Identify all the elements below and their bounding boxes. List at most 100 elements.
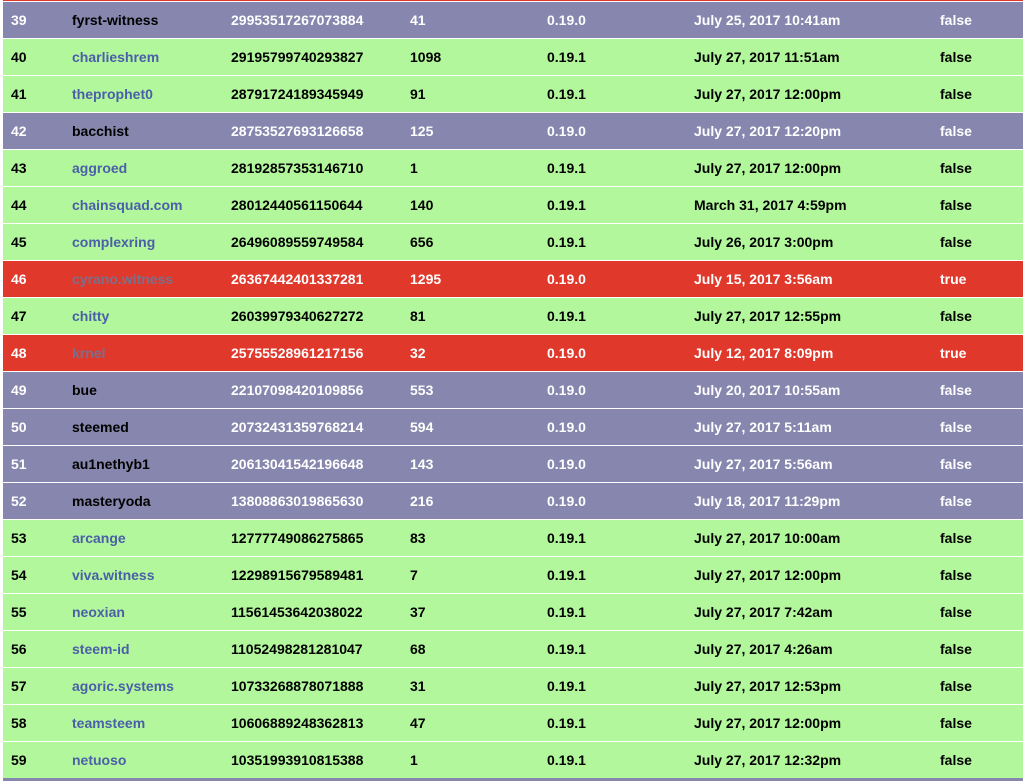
rank-cell: 57 (11, 678, 27, 694)
rank-cell: 55 (11, 604, 27, 620)
witness-name-link[interactable]: au1nethyb1 (72, 456, 150, 472)
votes-cell: 41 (410, 12, 426, 28)
last-update-cell: July 27, 2017 12:00pm (694, 715, 842, 731)
witness-name-cell: aggroed (72, 150, 127, 186)
witness-name-link[interactable]: netuoso (72, 752, 126, 768)
approval-cell: 12777749086275865 (231, 530, 364, 546)
witness-name-link[interactable]: bue (72, 382, 97, 398)
version-cell: 0.19.0 (547, 493, 586, 509)
votes-cell: 68 (410, 641, 426, 657)
witness-name-link[interactable]: chainsquad.com (72, 197, 182, 213)
witness-name-link[interactable]: complexring (72, 234, 155, 250)
votes-cell: 140 (410, 197, 434, 213)
witness-name-link[interactable]: steem-id (72, 641, 130, 657)
last-update-cell: July 27, 2017 11:51am (694, 49, 840, 65)
rank-cell: 56 (11, 641, 27, 657)
rank-cell: 47 (11, 308, 27, 324)
witness-name-link[interactable]: theprophet0 (72, 86, 153, 102)
version-cell: 0.19.1 (547, 49, 586, 65)
version-cell: 0.19.1 (547, 567, 586, 583)
witness-name-cell: fyrst-witness (72, 2, 158, 38)
disabled-cell: false (940, 604, 972, 620)
disabled-cell: false (940, 382, 972, 398)
witness-name-cell: chainsquad.com (72, 187, 182, 223)
witness-name-link[interactable]: neoxian (72, 604, 125, 620)
approval-cell: 10606889248362813 (231, 715, 364, 731)
disabled-cell: false (940, 752, 972, 768)
disabled-cell: true (940, 345, 967, 361)
table-row: 45 complexring 26496089559749584 656 0.19.1 J… (3, 223, 1023, 260)
table-row: 59 netuoso 10351993910815388 1 0.19.1 July 27… (3, 741, 1023, 778)
disabled-cell: false (940, 493, 972, 509)
votes-cell: 47 (410, 715, 426, 731)
table-row: 51 au1nethyb1 20613041542196648 143 0.19.0 Ju… (3, 445, 1023, 482)
witness-name-cell: bacchist (72, 113, 129, 149)
version-cell: 0.19.0 (547, 345, 586, 361)
witness-name-cell: au1nethyb1 (72, 446, 150, 482)
last-update-cell: July 15, 2017 3:56am (694, 271, 833, 287)
witness-name-link[interactable]: masteryoda (72, 493, 151, 509)
witness-name-cell: bue (72, 372, 97, 408)
approval-cell: 28012440561150644 (231, 197, 363, 213)
witness-name-cell: charlieshrem (72, 39, 159, 75)
approval-cell: 20732431359768214 (231, 419, 364, 435)
table-row: 57 agoric.systems 10733268878071888 31 0.19.… (3, 667, 1023, 704)
witness-name-link[interactable]: krnel (72, 345, 105, 361)
table-row: 49 bue 22107098420109856 553 0.19.0 July 20, … (3, 371, 1023, 408)
rank-cell: 44 (11, 197, 27, 213)
witness-name-link[interactable]: charlieshrem (72, 49, 159, 65)
approval-cell: 29195799740293827 (231, 49, 364, 65)
witness-name-link[interactable]: teamsteem (72, 715, 145, 731)
last-update-cell: July 27, 2017 12:55pm (694, 308, 842, 324)
version-cell: 0.19.0 (547, 456, 586, 472)
witness-name-link[interactable]: aggroed (72, 160, 127, 176)
version-cell: 0.19.1 (547, 160, 586, 176)
disabled-cell: false (940, 456, 972, 472)
version-cell: 0.19.1 (547, 715, 586, 731)
last-update-cell: July 27, 2017 7:42am (694, 604, 833, 620)
votes-cell: 656 (410, 234, 434, 250)
witness-name-cell: theprophet0 (72, 76, 153, 112)
table-row: 39 fyrst-witness 29953517267073884 41 0.19.0… (3, 1, 1023, 38)
witness-name-link[interactable]: arcange (72, 530, 126, 546)
rank-cell: 42 (11, 123, 27, 139)
table-row: 55 neoxian 11561453642038022 37 0.19.1 July 2… (3, 593, 1023, 630)
witness-name-link[interactable]: steemed (72, 419, 129, 435)
witness-name-link[interactable]: bacchist (72, 123, 129, 139)
witness-name-cell: viva.witness (72, 557, 155, 593)
last-update-cell: July 26, 2017 3:00pm (694, 234, 834, 250)
approval-cell: 28753527693126658 (231, 123, 364, 139)
approval-cell: 25755528961217156 (231, 345, 364, 361)
last-update-cell: July 27, 2017 12:00pm (694, 160, 842, 176)
rank-cell: 54 (11, 567, 27, 583)
votes-cell: 143 (410, 456, 434, 472)
last-update-cell: July 27, 2017 5:11am (694, 419, 832, 435)
version-cell: 0.19.1 (547, 641, 586, 657)
votes-cell: 7 (410, 567, 418, 583)
rank-cell: 52 (11, 493, 27, 509)
version-cell: 0.19.0 (547, 271, 586, 287)
witness-name-link[interactable]: fyrst-witness (72, 12, 158, 28)
disabled-cell: false (940, 530, 972, 546)
witness-name-link[interactable]: cyrano.witness (72, 271, 173, 287)
witness-name-cell: krnel (72, 335, 105, 371)
votes-cell: 91 (410, 86, 426, 102)
witness-name-cell: complexring (72, 224, 155, 260)
rank-cell: 41 (11, 86, 27, 102)
version-cell: 0.19.0 (547, 123, 586, 139)
witness-name-link[interactable]: chitty (72, 308, 109, 324)
witness-table: 39 fyrst-witness 29953517267073884 41 0.19.0… (3, 0, 1023, 781)
last-update-cell: July 27, 2017 10:00am (694, 530, 841, 546)
version-cell: 0.19.1 (547, 604, 586, 620)
witness-name-cell: steem-id (72, 631, 130, 667)
table-row: 58 teamsteem 10606889248362813 47 0.19.1 July… (3, 704, 1023, 741)
witness-name-link[interactable]: viva.witness (72, 567, 155, 583)
version-cell: 0.19.0 (547, 419, 586, 435)
last-update-cell: July 27, 2017 4:26am (694, 641, 833, 657)
witness-name-link[interactable]: agoric.systems (72, 678, 174, 694)
votes-cell: 125 (410, 123, 434, 139)
version-cell: 0.19.0 (547, 12, 586, 28)
votes-cell: 1 (410, 752, 418, 768)
disabled-cell: true (940, 271, 967, 287)
votes-cell: 1 (410, 160, 418, 176)
